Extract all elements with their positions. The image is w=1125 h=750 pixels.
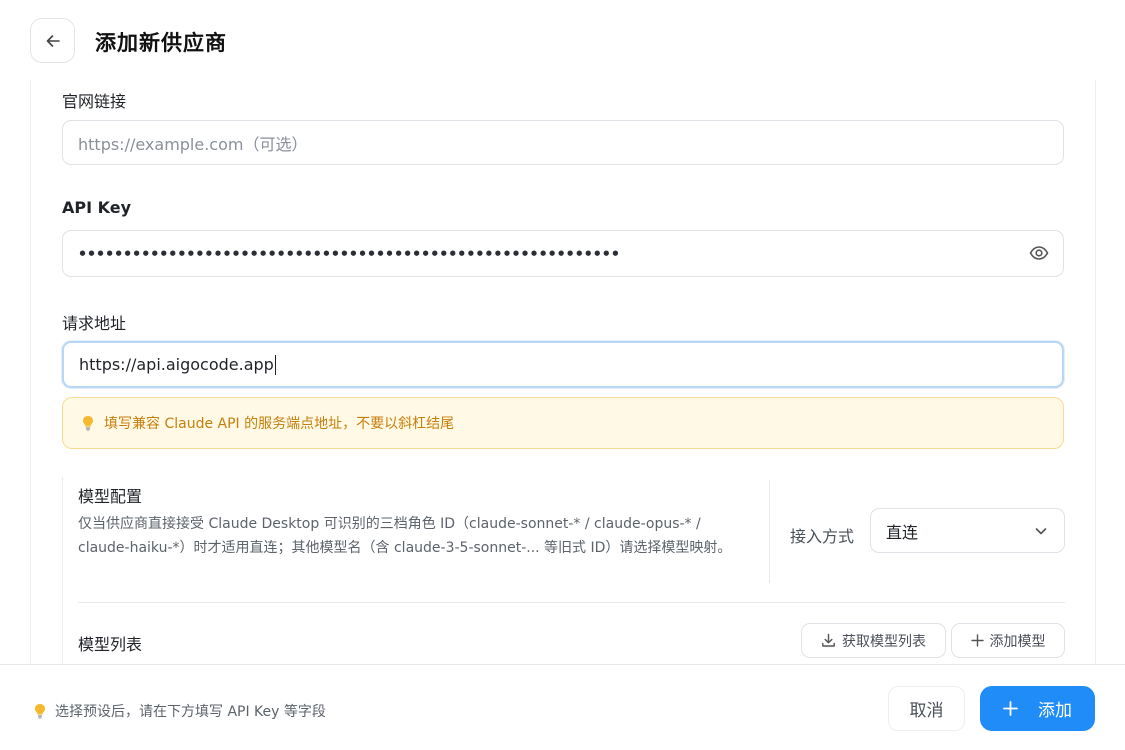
- add-model-label: 添加模型: [989, 633, 1046, 650]
- page-header: 添加新供应商: [0, 0, 1125, 80]
- eye-icon[interactable]: [1029, 243, 1049, 263]
- model-config-section: 模型配置 仅当供应商直接接受 Claude Desktop 可识别的三档角色 I…: [62, 477, 1065, 665]
- api-key-input[interactable]: ••••••••••••••••••••••••••••••••••••••••…: [62, 230, 1064, 277]
- model-config-description: 仅当供应商直接接受 Claude Desktop 可识别的三档角色 ID（cla…: [78, 516, 732, 556]
- model-config-title: 模型配置: [78, 487, 143, 506]
- back-button[interactable]: [30, 18, 75, 63]
- cancel-button[interactable]: 取消: [888, 686, 965, 731]
- fetch-models-label: 获取模型列表: [842, 633, 926, 650]
- add-provider-label: 添加: [1038, 701, 1072, 721]
- chevron-down-icon: [1035, 528, 1047, 535]
- download-icon: [822, 633, 835, 647]
- model-list-title: 模型列表: [78, 635, 143, 654]
- request-url-label: 请求地址: [62, 314, 127, 333]
- plus-icon: [1003, 701, 1018, 716]
- arrow-left-icon: [46, 34, 60, 47]
- access-mode-value: 直连: [886, 522, 919, 542]
- api-key-label: API Key: [62, 198, 132, 217]
- text-caret: [274, 354, 276, 375]
- lightbulb-icon: [35, 704, 45, 719]
- dialog-footer: 选择预设后，请在下方填写 API Key 等字段 取消 添加: [0, 664, 1125, 750]
- request-url-value: https://api.aigocode.app: [79, 355, 274, 374]
- access-mode-label: 接入方式: [790, 527, 855, 546]
- request-url-hint: 填写兼容 Claude API 的服务端点地址，不要以斜杠结尾: [62, 397, 1064, 449]
- page-title: 添加新供应商: [95, 31, 227, 55]
- website-label: 官网链接: [62, 92, 127, 111]
- website-placeholder: https://example.com（可选）: [78, 134, 308, 154]
- vertical-divider: [769, 480, 770, 583]
- api-key-masked-value: ••••••••••••••••••••••••••••••••••••••••…: [78, 244, 620, 263]
- request-url-input[interactable]: https://api.aigocode.app: [62, 341, 1064, 388]
- form-content[interactable]: 官网链接 https://example.com（可选） API Key •••…: [30, 80, 1096, 665]
- footer-hint: 选择预设后，请在下方填写 API Key 等字段: [33, 701, 326, 721]
- fetch-models-button[interactable]: 获取模型列表: [801, 623, 946, 658]
- hint-text: 填写兼容 Claude API 的服务端点地址，不要以斜杠结尾: [104, 416, 455, 432]
- lightbulb-icon: [83, 416, 93, 431]
- access-mode-select[interactable]: 直连: [870, 508, 1065, 553]
- plus-icon: [970, 634, 984, 647]
- footer-hint-text: 选择预设后，请在下方填写 API Key 等字段: [55, 704, 326, 720]
- website-input[interactable]: https://example.com（可选）: [62, 120, 1064, 165]
- add-provider-button[interactable]: 添加: [980, 686, 1095, 731]
- add-model-button[interactable]: 添加模型: [951, 623, 1065, 658]
- section-divider: [78, 602, 1065, 603]
